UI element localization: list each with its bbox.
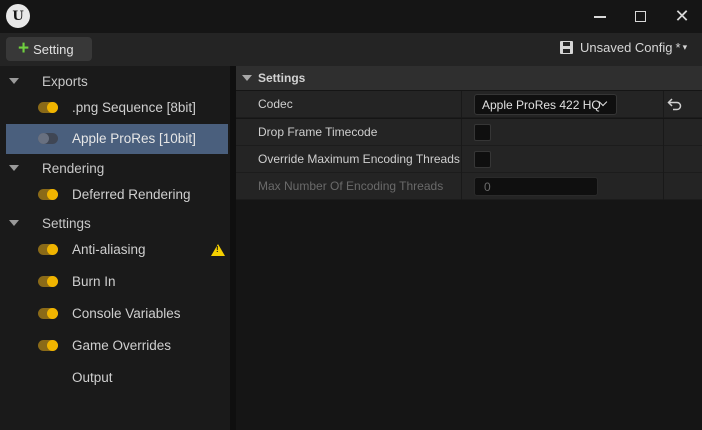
column-divider[interactable] bbox=[461, 119, 462, 146]
column-divider bbox=[663, 146, 664, 173]
tree-item-label: .png Sequence [8bit] bbox=[72, 100, 196, 115]
codec-combo[interactable]: Apple ProRes 422 HQ bbox=[474, 94, 617, 115]
tree-item-label: Game Overrides bbox=[72, 338, 172, 353]
save-icon bbox=[560, 41, 573, 54]
property-name: Drop Frame Timecode bbox=[258, 125, 378, 139]
maximize-button[interactable] bbox=[628, 5, 652, 27]
property-row-max-encoding-threads: Max Number Of Encoding Threads 0 bbox=[236, 173, 702, 200]
plus-icon: + bbox=[18, 37, 30, 59]
config-dirty-marker: * bbox=[675, 40, 681, 55]
override-max-threads-checkbox[interactable] bbox=[474, 151, 491, 168]
tree-item-apple-prores[interactable]: Apple ProRes [10bit] bbox=[6, 124, 228, 154]
group-label: Settings bbox=[42, 215, 91, 231]
toggle-icon[interactable] bbox=[38, 102, 58, 113]
add-setting-button[interactable]: + Setting bbox=[6, 37, 92, 61]
chevron-down-icon: ▾ bbox=[682, 42, 688, 52]
property-name: Max Number Of Encoding Threads bbox=[258, 179, 444, 193]
group-label: Exports bbox=[42, 73, 88, 89]
close-button[interactable]: ✕ bbox=[670, 5, 694, 27]
category-header[interactable]: Settings bbox=[236, 66, 702, 90]
expand-arrow-icon[interactable] bbox=[9, 165, 19, 171]
toggle-icon[interactable] bbox=[38, 189, 58, 200]
category-label: Settings bbox=[258, 71, 306, 85]
combo-value: Apple ProRes 422 HQ bbox=[482, 98, 601, 112]
settings-tree: Exports .png Sequence [8bit] Apple ProRe… bbox=[0, 66, 230, 430]
warning-icon: ! bbox=[211, 244, 225, 256]
tree-item-label: Apple ProRes [10bit] bbox=[72, 131, 196, 146]
tree-item-label: Anti-aliasing bbox=[72, 242, 146, 257]
column-divider[interactable] bbox=[461, 173, 462, 200]
unreal-logo-icon: U bbox=[6, 4, 30, 28]
toggle-icon[interactable] bbox=[38, 244, 58, 255]
property-name: Override Maximum Encoding Threads bbox=[258, 152, 460, 166]
property-row-codec: Codec Apple ProRes 422 HQ bbox=[236, 91, 702, 118]
property-row-drop-frame-timecode: Drop Frame Timecode bbox=[236, 119, 702, 146]
config-dropdown[interactable]: Unsaved Config * ▾ bbox=[560, 40, 687, 55]
property-row-override-max-threads: Override Maximum Encoding Threads bbox=[236, 146, 702, 173]
group-exports[interactable]: Exports bbox=[0, 68, 230, 94]
expand-arrow-icon[interactable] bbox=[9, 220, 19, 226]
close-icon: ✕ bbox=[674, 6, 690, 26]
minimize-button[interactable] bbox=[588, 5, 612, 27]
tree-item-game-overrides[interactable]: Game Overrides bbox=[0, 331, 230, 361]
toolbar: + Setting Unsaved Config * ▾ bbox=[0, 33, 702, 66]
drop-frame-timecode-checkbox[interactable] bbox=[474, 124, 491, 141]
reset-to-default-icon[interactable] bbox=[667, 97, 683, 111]
title-bar: U ✕ bbox=[0, 0, 702, 33]
add-setting-label: Setting bbox=[33, 41, 74, 57]
expand-arrow-icon[interactable] bbox=[242, 75, 252, 81]
expand-arrow-icon[interactable] bbox=[9, 78, 19, 84]
tree-item-anti-aliasing[interactable]: Anti-aliasing ! bbox=[0, 235, 230, 265]
property-name: Codec bbox=[258, 97, 293, 111]
tree-item-burn-in[interactable]: Burn In bbox=[0, 267, 230, 297]
column-divider[interactable] bbox=[461, 91, 462, 118]
tree-item-output[interactable]: Output bbox=[0, 363, 230, 393]
toggle-icon[interactable] bbox=[38, 308, 58, 319]
tree-item-label: Output bbox=[72, 370, 113, 385]
column-divider bbox=[663, 91, 664, 118]
tree-item-label: Console Variables bbox=[72, 306, 181, 321]
tree-item-deferred-rendering[interactable]: Deferred Rendering bbox=[0, 180, 230, 210]
maximize-icon bbox=[634, 10, 646, 22]
config-name: Unsaved Config bbox=[580, 40, 673, 55]
column-divider[interactable] bbox=[461, 146, 462, 173]
tree-item-label: Deferred Rendering bbox=[72, 187, 191, 202]
toggle-icon[interactable] bbox=[38, 340, 58, 351]
column-divider bbox=[663, 173, 664, 200]
max-encoding-threads-input: 0 bbox=[474, 177, 598, 196]
toggle-icon[interactable] bbox=[38, 276, 58, 287]
toggle-icon[interactable] bbox=[38, 133, 58, 144]
tree-item-png-sequence[interactable]: .png Sequence [8bit] bbox=[0, 93, 230, 123]
column-divider bbox=[663, 119, 664, 146]
details-panel: Settings Codec Apple ProRes 422 HQ Drop … bbox=[236, 66, 702, 430]
group-label: Rendering bbox=[42, 160, 105, 176]
minimize-icon bbox=[594, 16, 606, 18]
group-rendering[interactable]: Rendering bbox=[0, 155, 230, 181]
tree-item-label: Burn In bbox=[72, 274, 116, 289]
tree-item-console-variables[interactable]: Console Variables bbox=[0, 299, 230, 329]
group-settings[interactable]: Settings bbox=[0, 210, 230, 236]
